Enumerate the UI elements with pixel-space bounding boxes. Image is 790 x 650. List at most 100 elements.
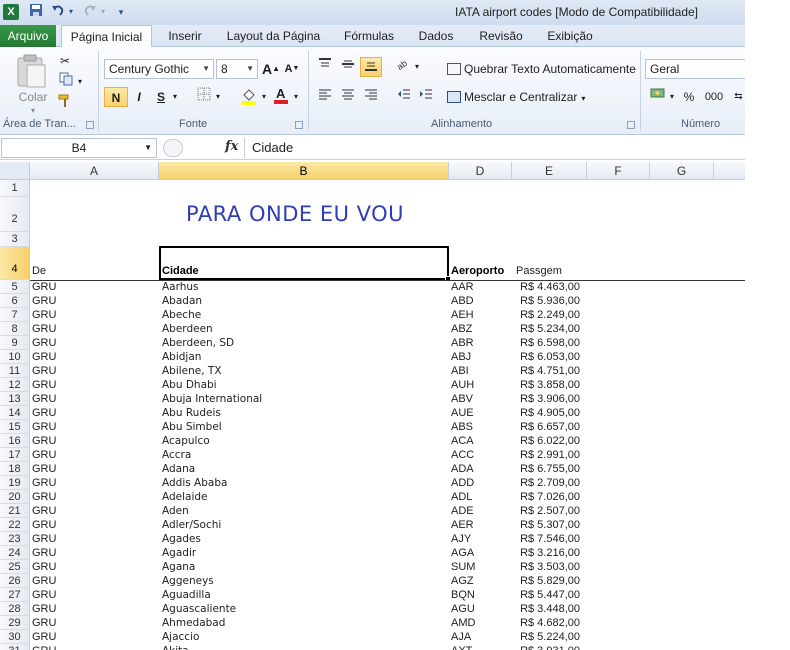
cell-aeroporto[interactable]: AGU (451, 602, 475, 616)
cell-aeroporto[interactable]: AMD (451, 616, 475, 630)
font-family-select[interactable]: Century Gothic ▼ (104, 59, 214, 79)
cell-de[interactable]: GRU (32, 350, 56, 364)
cell-cidade[interactable]: Aguascaliente (162, 602, 236, 616)
column-header-e[interactable]: E (512, 162, 587, 180)
cell-passagem[interactable]: R$ 3.216,00 (512, 546, 580, 560)
cell-aeroporto[interactable]: AXT (451, 644, 472, 650)
cell-de[interactable]: GRU (32, 462, 56, 476)
row-header[interactable]: 27 (0, 588, 30, 602)
row-header[interactable]: 13 (0, 392, 30, 406)
row-header[interactable]: 8 (0, 322, 30, 336)
underline-dropdown-icon[interactable]: ▾ (170, 87, 180, 107)
cell-aeroporto[interactable]: AUE (451, 406, 474, 420)
cell-passagem[interactable]: R$ 3.906,00 (512, 392, 580, 406)
cell-cidade[interactable]: Agana (162, 560, 195, 574)
row-header[interactable]: 6 (0, 294, 30, 308)
cell-aeroporto[interactable]: ADD (451, 476, 474, 490)
font-color-dropdown-icon[interactable]: ▾ (291, 87, 301, 107)
cell-cidade[interactable]: Aberdeen, SD (162, 336, 234, 350)
align-right-icon[interactable] (361, 87, 381, 107)
row-header[interactable]: 14 (0, 406, 30, 420)
column-header-g[interactable]: G (650, 162, 714, 180)
cell-de[interactable]: GRU (32, 616, 56, 630)
cell-passagem[interactable]: R$ 5.829,00 (512, 574, 580, 588)
row-header[interactable]: 20 (0, 490, 30, 504)
formula-input[interactable]: Cidade (252, 140, 293, 155)
cell-de[interactable]: GRU (32, 420, 56, 434)
cell-aeroporto[interactable]: ABD (451, 294, 474, 308)
align-center-icon[interactable] (338, 87, 358, 107)
number-format-select[interactable]: Geral (645, 59, 745, 79)
cell-de[interactable]: GRU (32, 448, 56, 462)
tab-layout-da-pagina[interactable]: Layout da Página (222, 25, 325, 47)
cell-passagem[interactable]: R$ 4.463,00 (512, 280, 580, 294)
cell-passagem[interactable]: R$ 2.991,00 (512, 448, 580, 462)
row-header[interactable]: 29 (0, 616, 30, 630)
row-header[interactable]: 18 (0, 462, 30, 476)
cell-passagem[interactable]: R$ 6.657,00 (512, 420, 580, 434)
column-header-a[interactable]: A (30, 162, 159, 180)
decrease-indent-icon[interactable] (394, 87, 414, 107)
increase-font-icon[interactable]: A▲ (262, 59, 280, 79)
row-header[interactable]: 15 (0, 420, 30, 434)
cell-cidade[interactable]: Abu Dhabi (162, 378, 217, 392)
cell-aeroporto[interactable]: SUM (451, 560, 475, 574)
column-header-d[interactable]: D (449, 162, 512, 180)
cell-passagem[interactable]: R$ 2.249,00 (512, 308, 580, 322)
tab-formulas[interactable]: Fórmulas (336, 25, 402, 47)
cell-aeroporto[interactable]: ADE (451, 504, 474, 518)
header-aeroporto[interactable]: Aeroporto (451, 265, 504, 277)
cell-de[interactable]: GRU (32, 322, 56, 336)
cell-cidade[interactable]: Aden (162, 504, 189, 518)
save-icon[interactable] (28, 3, 44, 21)
row-header[interactable]: 26 (0, 574, 30, 588)
decimal-icon[interactable]: ⇆ (732, 87, 745, 107)
cell-passagem[interactable]: R$ 2.507,00 (512, 504, 580, 518)
cell-cidade[interactable]: Akita (162, 644, 189, 650)
orientation-icon[interactable]: ab (394, 57, 414, 77)
cell-passagem[interactable]: R$ 4.682,00 (512, 616, 580, 630)
cell-cidade[interactable]: Agadir (162, 546, 196, 560)
borders-icon[interactable] (196, 87, 212, 107)
cell-de[interactable]: GRU (32, 504, 56, 518)
redo-dropdown-icon[interactable]: ▾ (99, 3, 107, 21)
cell-passagem[interactable]: R$ 5.447,00 (512, 588, 580, 602)
cell-cidade[interactable]: Aberdeen (162, 322, 213, 336)
cell-passagem[interactable]: R$ 3.931,00 (512, 644, 580, 650)
name-box[interactable]: B4 ▼ (1, 138, 157, 158)
borders-dropdown-icon[interactable]: ▾ (213, 87, 223, 107)
cell-de[interactable]: GRU (32, 308, 56, 322)
row-header[interactable]: 16 (0, 434, 30, 448)
format-painter-icon[interactable] (56, 93, 74, 113)
cell-cidade[interactable]: Adana (162, 462, 195, 476)
cell-cidade[interactable]: Abu Simbel (162, 420, 222, 434)
currency-dropdown-icon[interactable]: ▾ (668, 87, 676, 107)
undo-icon[interactable] (50, 3, 66, 21)
cell-aeroporto[interactable]: ABV (451, 392, 473, 406)
tab-pagina-inicial[interactable]: Página Inicial (61, 25, 152, 48)
cell-de[interactable]: GRU (32, 280, 56, 294)
tab-dados[interactable]: Dados (412, 25, 460, 47)
row-header[interactable]: 24 (0, 546, 30, 560)
row-header[interactable]: 11 (0, 364, 30, 378)
header-de[interactable]: De (32, 265, 46, 277)
cell-aeroporto[interactable]: ADA (451, 462, 474, 476)
tab-revisao[interactable]: Revisão (472, 25, 530, 47)
wrap-text-button[interactable]: Quebrar Texto Automaticamente (447, 59, 637, 79)
cell-de[interactable]: GRU (32, 392, 56, 406)
fill-color-icon[interactable] (240, 87, 258, 107)
cell-passagem[interactable]: R$ 5.307,00 (512, 518, 580, 532)
align-middle-icon[interactable] (338, 57, 358, 77)
cell-aeroporto[interactable]: ABJ (451, 350, 471, 364)
row-header[interactable]: 10 (0, 350, 30, 364)
align-left-icon[interactable] (315, 87, 335, 107)
row-header[interactable]: 23 (0, 532, 30, 546)
row-header[interactable]: 22 (0, 518, 30, 532)
cell-de[interactable]: GRU (32, 434, 56, 448)
font-color-icon[interactable]: A (272, 85, 290, 105)
cell-de[interactable]: GRU (32, 588, 56, 602)
cell-passagem[interactable]: R$ 2.709,00 (512, 476, 580, 490)
cell-cidade[interactable]: Aggeneys (162, 574, 214, 588)
cell-aeroporto[interactable]: AGZ (451, 574, 474, 588)
row-header[interactable]: 28 (0, 602, 30, 616)
